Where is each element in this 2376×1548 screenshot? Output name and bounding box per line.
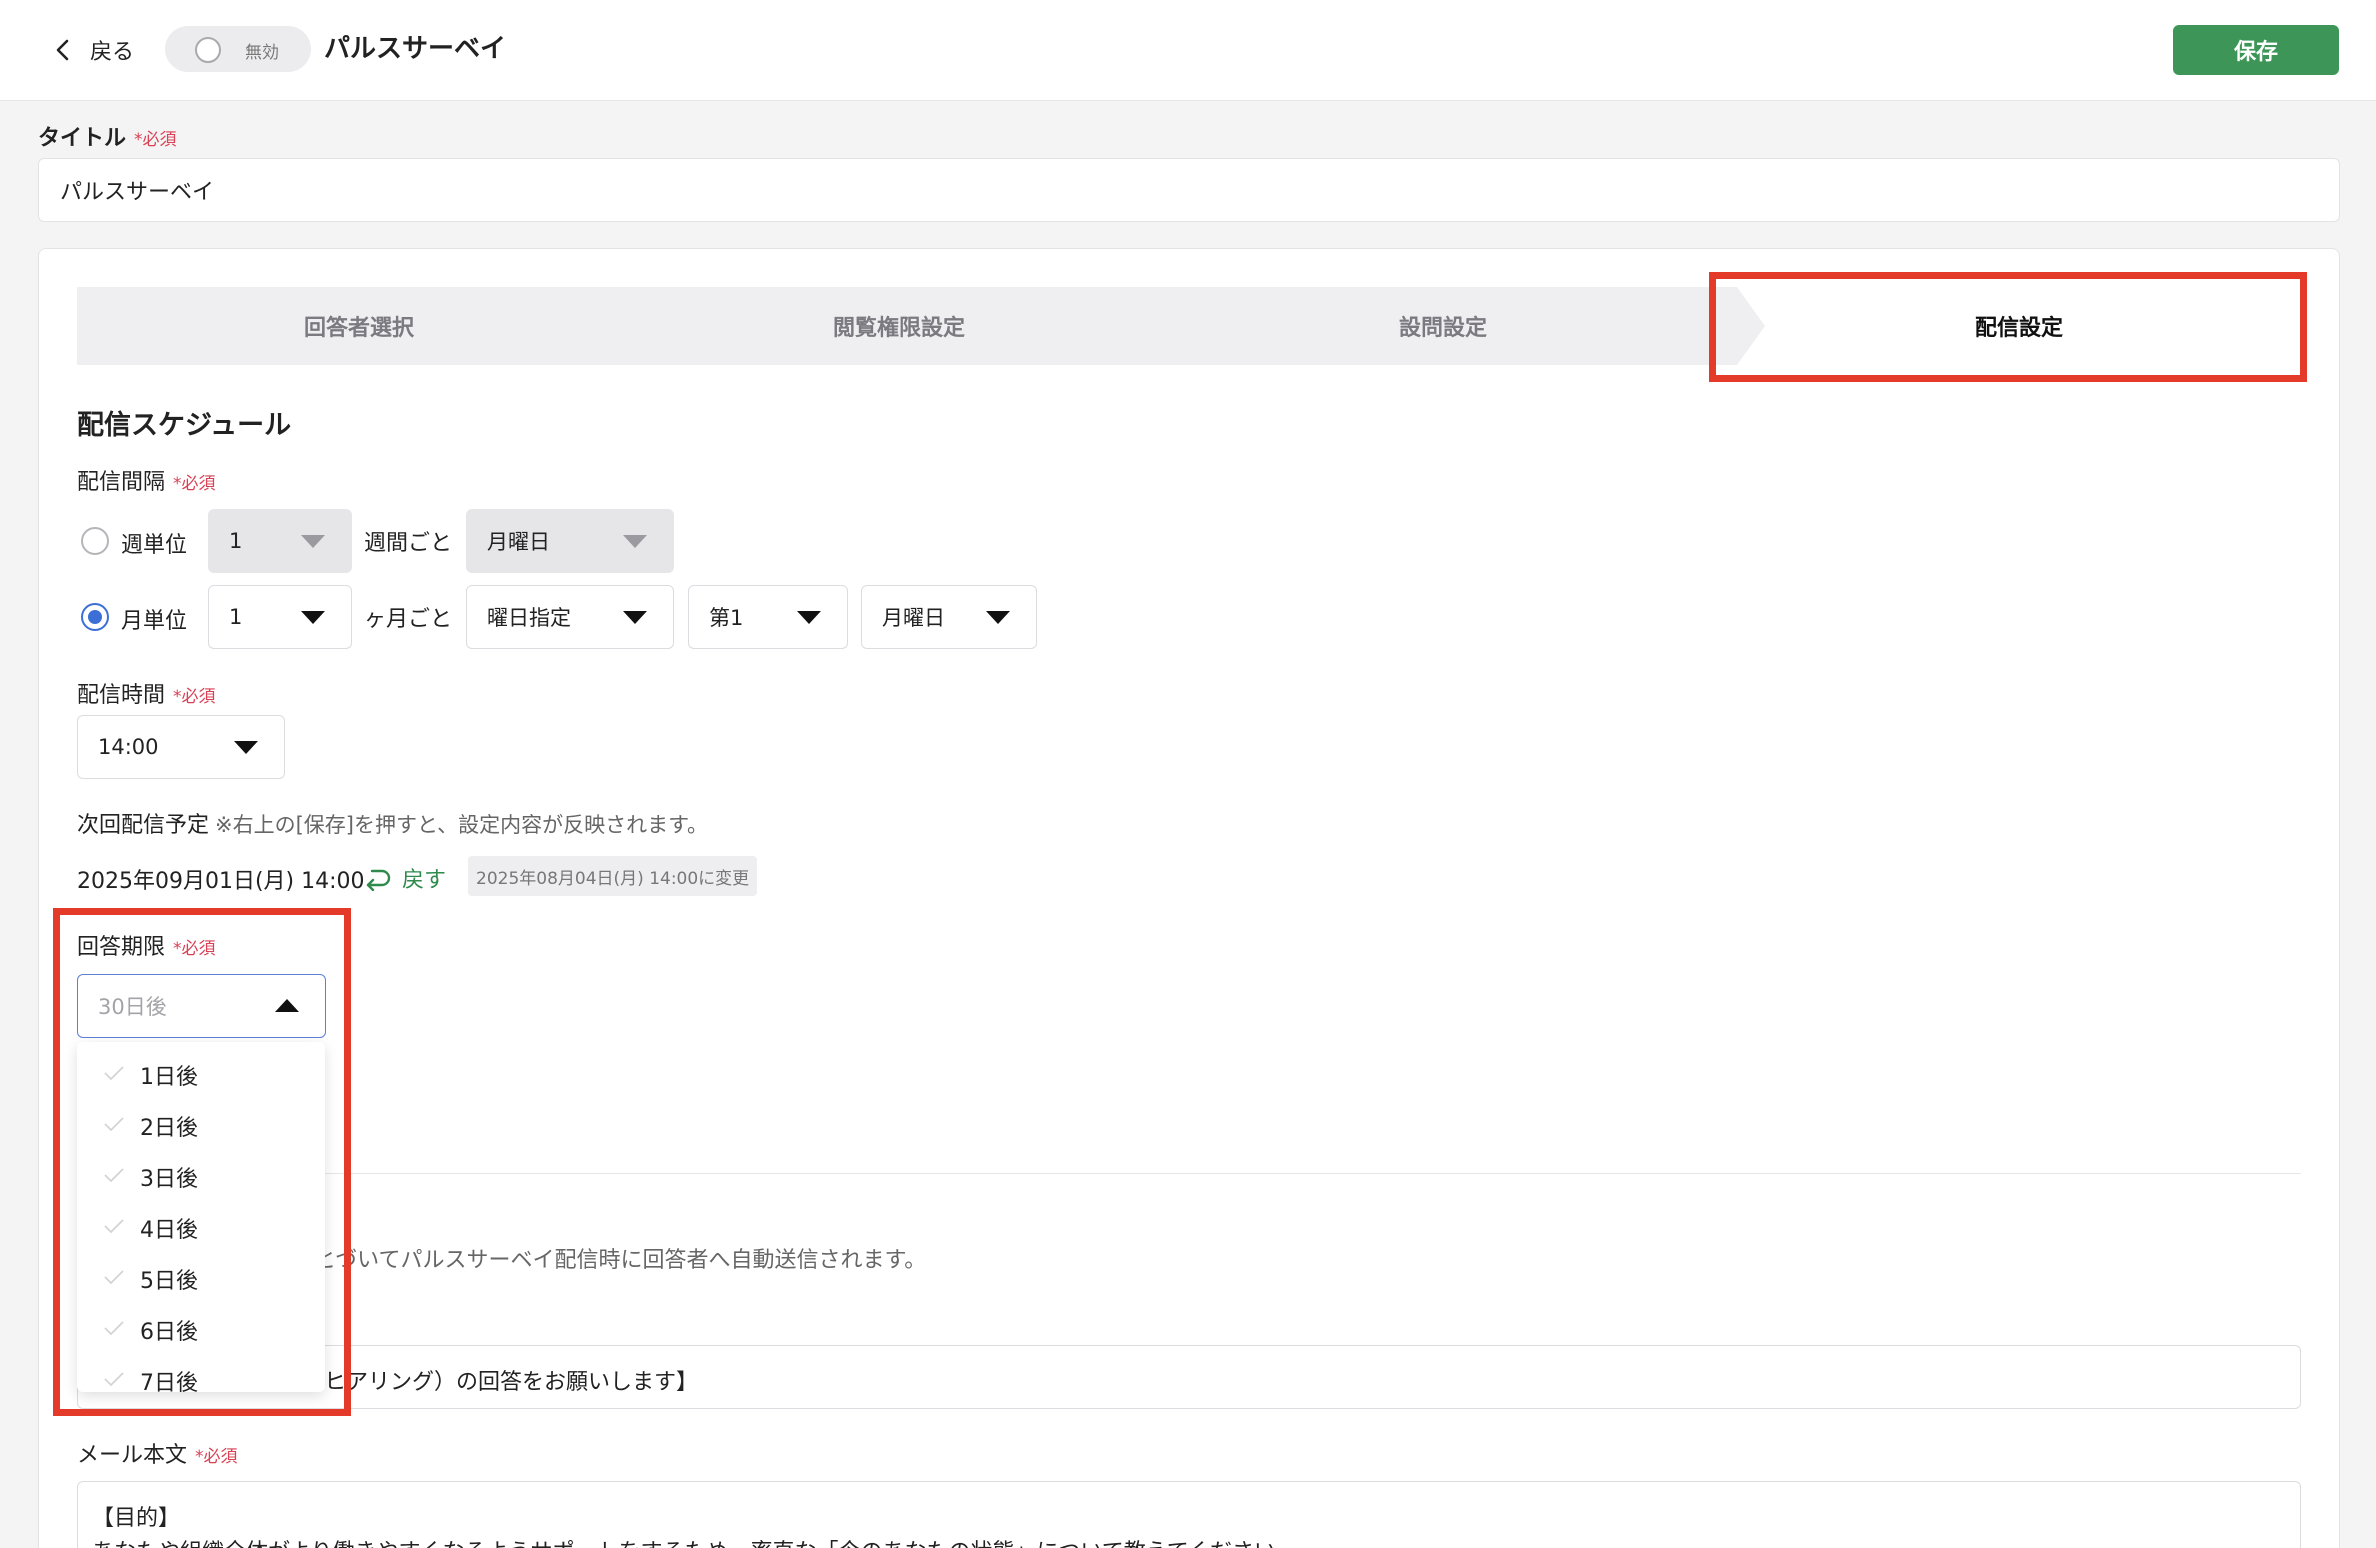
deadline-label: 回答期限 *必須 <box>77 929 216 961</box>
deadline-label-text: 回答期限 <box>77 935 166 960</box>
interval-label: 配信間隔 *必須 <box>77 464 216 496</box>
dropdown-option-label: 2日後 <box>140 1115 198 1141</box>
deadline-dropdown-menu: 1日後 2日後 3日後 4日後 5日後 6日後 7日後 <box>77 1042 325 1392</box>
toggle-label: 無効 <box>245 43 279 63</box>
next-schedule-note: ※右上の[保存]を押すと、設定内容が反映されます。 <box>215 813 709 837</box>
dropdown-option-label: 3日後 <box>140 1166 198 1192</box>
time-select[interactable]: 14:00 <box>77 715 285 779</box>
deadline-select[interactable]: 30日後 <box>77 974 326 1038</box>
monthly-radio-label: 月単位 <box>121 609 188 634</box>
mail-body-line-2: あなたや組織全体がより働きやすくなるようサポートをするため、率直な「今のあなたの… <box>92 1534 1298 1548</box>
mail-body-label: メール本文 *必須 <box>77 1437 238 1469</box>
mail-subject-input[interactable]: ヒアリング）の回答をお願いします】 <box>77 1345 2301 1409</box>
tab-delivery-settings[interactable]: 配信設定 <box>1737 287 2301 365</box>
dropdown-option-label: 7日後 <box>140 1370 198 1393</box>
caret-down-icon <box>301 611 325 624</box>
tab-view-permission[interactable]: 閲覧権限設定 <box>617 287 1181 365</box>
weekly-radio[interactable] <box>81 527 109 555</box>
monthly-count-select[interactable]: 1 <box>208 585 352 649</box>
check-icon <box>104 1219 124 1234</box>
required-mark: *必須 <box>195 1447 238 1467</box>
dropdown-option-label: 6日後 <box>140 1319 198 1345</box>
dropdown-option[interactable]: 2日後 <box>77 1100 325 1151</box>
title-input[interactable]: パルスサーベイ <box>38 158 2340 222</box>
caret-down-icon <box>623 535 647 548</box>
check-icon <box>104 1270 124 1285</box>
change-badge: 2025年08月04日(月) 14:00に変更 <box>468 856 758 896</box>
weekly-unit-text: 週間ごと <box>364 531 453 556</box>
undo-label: 戻す <box>402 868 447 893</box>
title-label-text: タイトル <box>38 126 127 151</box>
monthly-week-value: 第1 <box>709 606 744 630</box>
monthly-week-select[interactable]: 第1 <box>688 585 848 649</box>
caret-down-icon <box>797 611 821 624</box>
weekly-radio-label: 週単位 <box>121 533 188 558</box>
check-icon <box>104 1168 124 1183</box>
check-icon <box>104 1117 124 1132</box>
time-label: 配信時間 *必須 <box>77 677 216 709</box>
next-schedule-label: 次回配信予定 <box>77 813 210 838</box>
section-title-schedule: 配信スケジュール <box>77 410 292 441</box>
section-divider <box>77 1173 2301 1174</box>
undo-icon <box>366 869 391 891</box>
monthly-mode-value: 曜日指定 <box>487 606 571 630</box>
dropdown-option-label: 1日後 <box>140 1064 198 1090</box>
required-mark: *必須 <box>173 939 216 959</box>
weekly-day-value: 月曜日 <box>487 530 550 554</box>
monthly-unit-text: ヶ月ごと <box>364 607 453 632</box>
required-mark: *必須 <box>134 130 177 150</box>
caret-down-icon <box>234 741 258 754</box>
undo-button[interactable]: 戻す <box>362 862 446 894</box>
dropdown-option[interactable]: 3日後 <box>77 1151 325 1202</box>
back-button[interactable]: 戻る <box>52 30 134 70</box>
chevron-left-icon <box>56 39 69 61</box>
back-label: 戻る <box>90 40 135 65</box>
dropdown-option[interactable]: 7日後 <box>77 1355 325 1392</box>
status-toggle[interactable]: 無効 <box>165 26 311 72</box>
time-label-text: 配信時間 <box>77 683 166 708</box>
required-mark: *必須 <box>173 687 216 707</box>
dropdown-option-label: 4日後 <box>140 1217 198 1243</box>
monthly-count-value: 1 <box>229 605 243 629</box>
next-schedule-date: 2025年09月01日(月) 14:00 <box>77 869 365 894</box>
tab-respondent-selection[interactable]: 回答者選択 <box>77 287 641 365</box>
title-field-label: タイトル *必須 <box>38 120 177 152</box>
auto-send-note: とづいてパルスサーベイ配信時に回答者へ自動送信されます。 <box>314 1248 927 1273</box>
mail-body-textarea[interactable]: 【目的】 あなたや組織全体がより働きやすくなるようサポートをするため、率直な「今… <box>77 1481 2301 1548</box>
caret-up-icon <box>275 999 299 1012</box>
page-title: パルスサーベイ <box>324 34 507 64</box>
mail-body-line-1: 【目的】 <box>92 1506 181 1531</box>
caret-down-icon <box>623 611 647 624</box>
check-icon <box>104 1321 124 1336</box>
weekly-day-select: 月曜日 <box>466 509 674 573</box>
dropdown-option[interactable]: 4日後 <box>77 1202 325 1253</box>
check-icon <box>104 1372 124 1387</box>
deadline-placeholder: 30日後 <box>98 995 167 1019</box>
dropdown-option-label: 5日後 <box>140 1268 198 1294</box>
dropdown-option[interactable]: 5日後 <box>77 1253 325 1304</box>
time-value: 14:00 <box>98 735 159 759</box>
dropdown-option[interactable]: 6日後 <box>77 1304 325 1355</box>
dropdown-option[interactable]: 1日後 <box>77 1049 325 1100</box>
step-navigation: 回答者選択 閲覧権限設定 設問設定 配信設定 <box>77 287 2301 365</box>
monthly-radio[interactable] <box>81 603 109 631</box>
weekly-count-select: 1 <box>208 509 352 573</box>
next-schedule-heading: 次回配信予定 ※右上の[保存]を押すと、設定内容が反映されます。 <box>77 807 708 839</box>
top-header: 戻る 無効 パルスサーベイ 保存 <box>0 0 2376 101</box>
mail-body-label-text: メール本文 <box>77 1443 188 1468</box>
app-root: 戻る 無効 パルスサーベイ 保存 タイトル *必須 パルスサーベイ 回答者選択 … <box>0 0 2376 1548</box>
required-mark: *必須 <box>173 474 216 494</box>
weekly-count-value: 1 <box>229 529 243 553</box>
mail-subject-value: ヒアリング）の回答をお願いします】 <box>324 1370 699 1395</box>
tab-question-settings[interactable]: 設問設定 <box>1161 287 1725 365</box>
monthly-day-select[interactable]: 月曜日 <box>861 585 1037 649</box>
caret-down-icon <box>301 535 325 548</box>
toggle-knob <box>195 37 221 63</box>
interval-label-text: 配信間隔 <box>77 470 166 495</box>
monthly-mode-select[interactable]: 曜日指定 <box>466 585 674 649</box>
save-button[interactable]: 保存 <box>2173 25 2339 75</box>
check-icon <box>104 1066 124 1081</box>
monthly-day-value: 月曜日 <box>882 606 945 630</box>
caret-down-icon <box>986 611 1010 624</box>
